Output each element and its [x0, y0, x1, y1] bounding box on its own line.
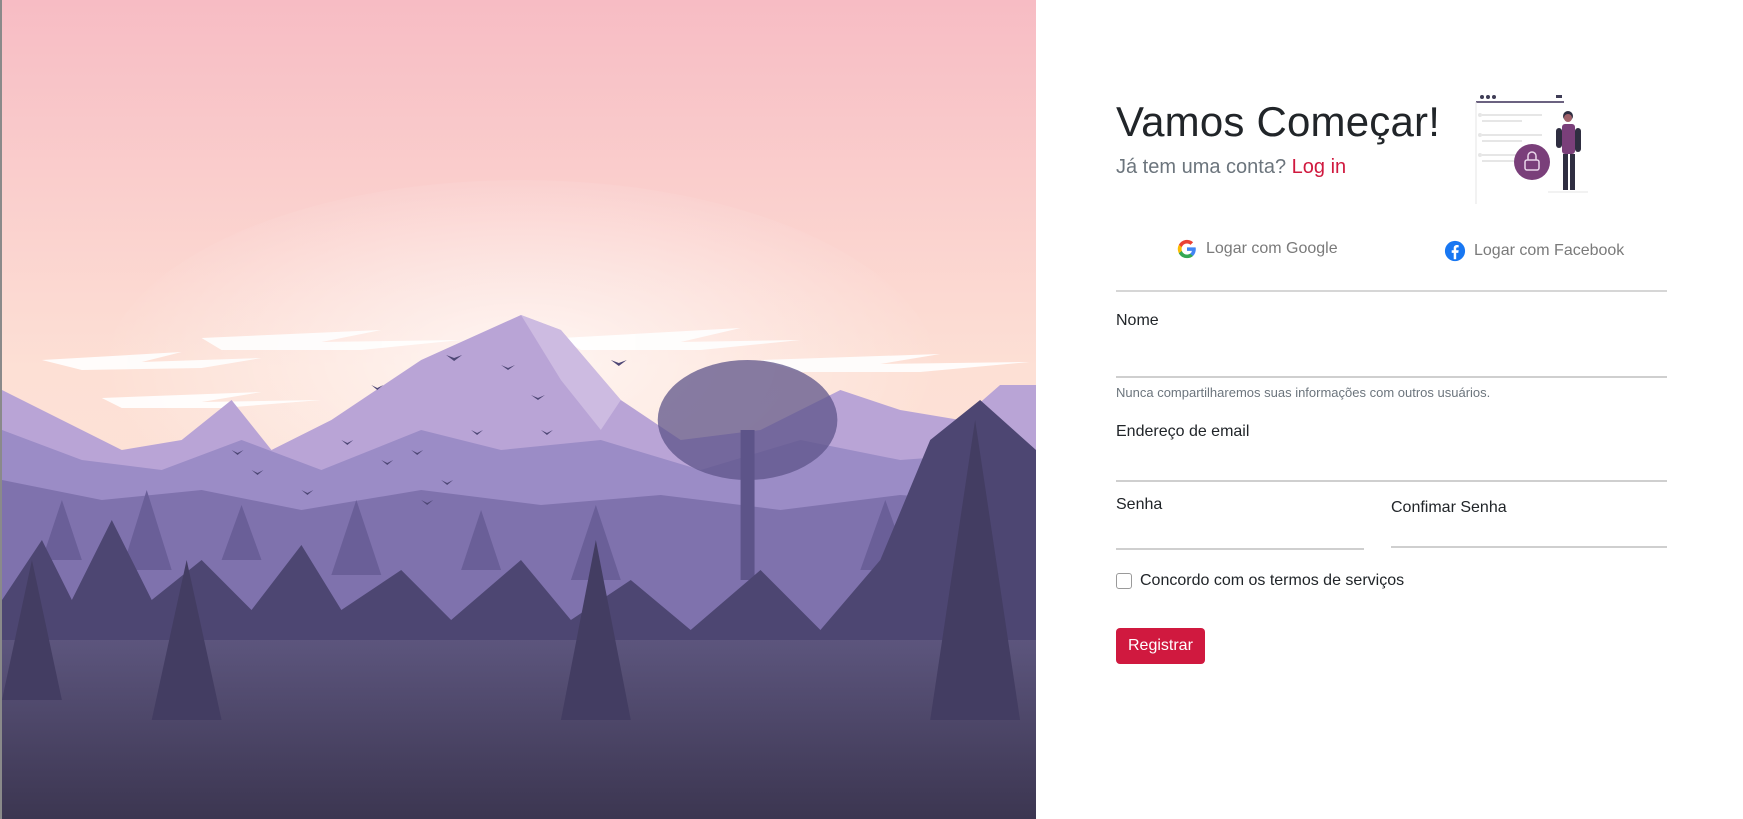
register-button[interactable]: Registrar	[1116, 628, 1205, 664]
facebook-icon	[1444, 240, 1466, 262]
google-icon	[1176, 238, 1198, 260]
social-login-row: Logar com Google Logar com Facebook	[1116, 232, 1667, 292]
page-title: Vamos Começar!	[1116, 98, 1441, 145]
login-prompt-text: Já tem uma conta?	[1116, 156, 1287, 178]
landscape-illustration	[0, 0, 1036, 819]
confirm-password-label: Confimar Senha	[1391, 499, 1507, 516]
google-login-label: Logar com Google	[1206, 240, 1338, 257]
password-input[interactable]	[1116, 518, 1364, 550]
signup-page: Vamos Começar! Já tem uma conta? Log in	[0, 0, 1743, 819]
password-label: Senha	[1116, 496, 1163, 513]
name-input[interactable]	[1116, 346, 1667, 378]
facebook-login-label: Logar com Facebook	[1474, 242, 1625, 259]
email-input[interactable]	[1116, 450, 1667, 482]
terms-label: Concordo com os termos de serviços	[1140, 572, 1405, 589]
mountain-forest-scene	[2, 0, 1036, 819]
signup-panel: Vamos Começar! Já tem uma conta? Log in	[1036, 0, 1743, 819]
name-help-text: Nunca compartilharemos suas informações …	[1116, 385, 1491, 400]
login-link[interactable]: Log in	[1292, 156, 1347, 178]
google-login-button[interactable]: Logar com Google	[1176, 238, 1338, 260]
terms-row: Concordo com os termos de serviços	[1116, 572, 1404, 590]
facebook-login-button[interactable]: Logar com Facebook	[1444, 240, 1624, 262]
confirm-password-input[interactable]	[1391, 516, 1667, 548]
login-prompt: Já tem uma conta? Log in	[1116, 156, 1346, 179]
person-with-webpage-illustration	[1468, 94, 1608, 214]
email-label: Endereço de email	[1116, 423, 1250, 440]
name-label: Nome	[1116, 312, 1159, 329]
terms-checkbox[interactable]	[1116, 573, 1132, 589]
